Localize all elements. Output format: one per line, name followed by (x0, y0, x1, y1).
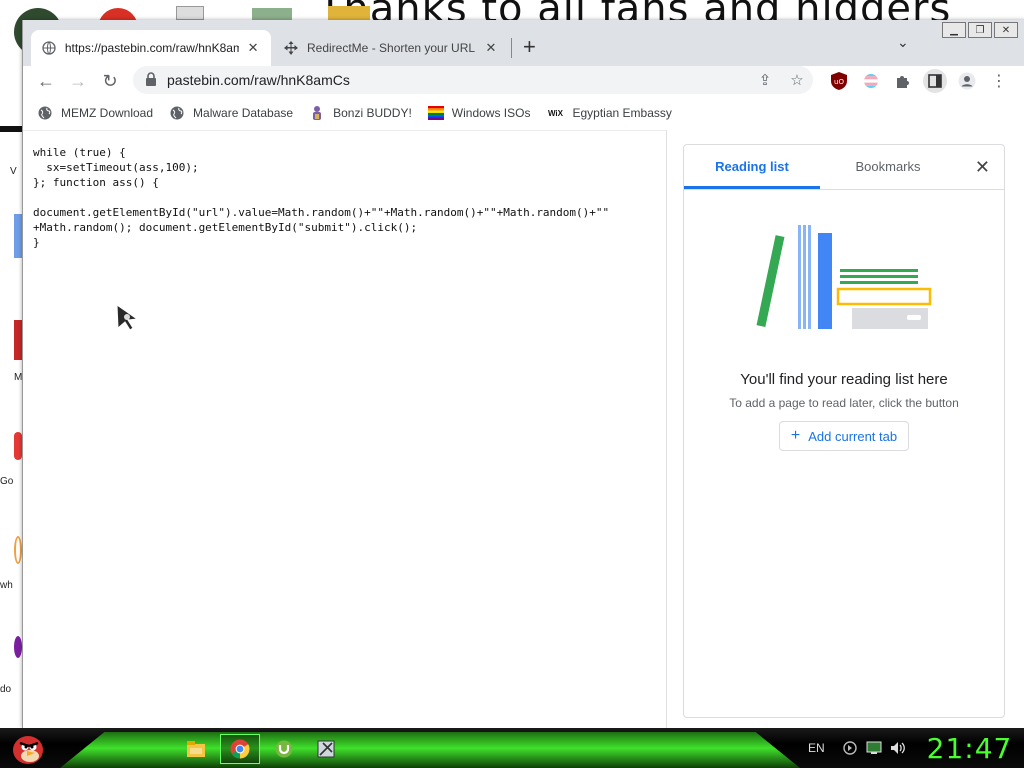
new-tab-button[interactable]: + (523, 34, 536, 60)
taskbar-clock[interactable]: 21:47 (927, 732, 1013, 765)
forward-button[interactable]: → (65, 68, 91, 94)
more-menu-icon[interactable]: ⋮ (987, 69, 1011, 93)
tool-icon (317, 740, 335, 758)
folder-icon (187, 741, 205, 757)
utorrent-icon (275, 740, 293, 758)
puzzle-icon[interactable] (891, 69, 915, 93)
address-bar[interactable]: pastebin.com/raw/hnK8amCs ⇪ ☆ (133, 66, 813, 94)
wix-icon: WiX (547, 108, 563, 118)
back-button[interactable]: ← (33, 68, 59, 94)
maximize-button[interactable]: ❐ (968, 22, 992, 38)
taskbar-green-band (60, 732, 800, 768)
bookmark-label: Bonzi BUDDY! (333, 106, 412, 120)
bonzi-icon (309, 105, 325, 121)
raw-code-text: while (true) { sx=setTimeout(ass,100); }… (33, 146, 610, 249)
desktop-icon-folder (328, 6, 370, 20)
bookmark-bonzi-buddy[interactable]: Bonzi BUDDY! (309, 105, 412, 121)
chrome-icon (230, 739, 250, 759)
volume-icon[interactable] (889, 739, 907, 757)
start-button[interactable] (8, 730, 48, 766)
bookmarks-bar: MEMZ Download Malware Database Bonzi BUD… (23, 100, 1024, 126)
desktop-icon-label-3: Go (0, 476, 14, 487)
bookmark-label: Malware Database (193, 106, 294, 120)
minimize-button[interactable]: ▁ (942, 22, 966, 38)
mouse-cursor-icon (116, 304, 139, 331)
bookmark-egyptian-embassy[interactable]: WiX Egyptian Embassy (546, 105, 672, 121)
taskbar-utorrent-button[interactable] (264, 734, 304, 764)
desktop-icon-blue (14, 214, 22, 258)
tab-redirectme[interactable]: RedirectMe - Shorten your URL to ✕ (273, 30, 513, 66)
desktop-icon-doc (176, 6, 204, 20)
browser-window: https://pastebin.com/raw/hnK8amCs ✕ Redi… (22, 20, 1024, 728)
tab-close-icon[interactable]: ✕ (245, 40, 261, 56)
chevron-down-icon[interactable]: ⌄ (897, 34, 909, 51)
bookmark-malware-database[interactable]: Malware Database (169, 105, 293, 121)
add-current-tab-label: Add current tab (808, 428, 898, 444)
tab-separator (511, 38, 512, 58)
tab-strip: https://pastebin.com/raw/hnK8amCs ✕ Redi… (23, 20, 1024, 66)
tab-bookmarks[interactable]: Bookmarks (820, 159, 956, 189)
globe-icon (169, 105, 185, 121)
desktop-icon-orange (14, 536, 22, 564)
lock-icon[interactable] (145, 72, 159, 86)
bookmark-windows-isos[interactable]: Windows ISOs (427, 105, 531, 121)
reading-list-panel: Reading list Bookmarks ✕ You'll find you… (683, 144, 1005, 718)
taskbar-chrome-button[interactable] (220, 734, 260, 764)
desktop-icon-label-4: wh (0, 580, 13, 591)
plus-icon: + (790, 427, 801, 444)
network-icon[interactable] (865, 739, 883, 757)
trans-flag-extension-icon[interactable] (859, 69, 883, 93)
close-window-button[interactable]: ✕ (994, 22, 1018, 38)
globe-icon (37, 105, 53, 121)
rainbow-flag-icon (427, 105, 444, 121)
tab-close-icon[interactable]: ✕ (483, 40, 499, 56)
move-arrows-icon (283, 40, 299, 56)
system-tray: EN 21:47 (800, 728, 1024, 768)
panel-divider (684, 189, 1004, 190)
toolbar: ← → ↻ pastebin.com/raw/hnK8amCs ⇪ ☆ uO ⋮ (23, 66, 1024, 96)
side-panel-icon[interactable] (923, 69, 947, 93)
taskbar: EN 21:47 (0, 728, 1024, 768)
page-content: while (true) { sx=setTimeout(ass,100); }… (23, 130, 667, 728)
empty-state-subtext: To add a page to read later, click the b… (729, 396, 959, 410)
bookmark-label: MEMZ Download (61, 106, 154, 120)
url-text[interactable]: pastebin.com/raw/hnK8amCs (167, 72, 350, 88)
bookmark-label: Windows ISOs (451, 106, 531, 120)
tab-title: https://pastebin.com/raw/hnK8amCs (64, 41, 240, 55)
svg-text:uO: uO (834, 78, 844, 86)
add-current-tab-button[interactable]: + Add current tab (779, 421, 909, 451)
tab-reading-list[interactable]: Reading list (684, 159, 820, 189)
tab-title: RedirectMe - Shorten your URL to (307, 41, 477, 55)
tab-pastebin[interactable]: https://pastebin.com/raw/hnK8amCs ✕ (31, 30, 271, 66)
globe-icon (41, 40, 57, 56)
desktop-icon-purple (14, 636, 22, 658)
bookmark-memz-download[interactable]: MEMZ Download (37, 105, 153, 121)
close-icon[interactable]: ✕ (975, 157, 990, 178)
angry-bird-icon (13, 736, 43, 764)
taskbar-explorer-button[interactable] (176, 734, 216, 764)
language-indicator[interactable]: EN (808, 741, 825, 755)
security-icon[interactable] (841, 739, 859, 757)
desktop-icon-red-book (14, 320, 22, 360)
share-icon[interactable]: ⇪ (755, 70, 775, 90)
taskbar-app-button[interactable] (306, 734, 346, 764)
ublock-origin-icon[interactable]: uO (827, 69, 851, 93)
desktop-icon-red-round (14, 432, 22, 460)
star-icon[interactable]: ☆ (787, 70, 807, 90)
reload-button[interactable]: ↻ (97, 68, 123, 94)
profile-avatar-icon[interactable] (955, 69, 979, 93)
reading-list-illustration (756, 225, 932, 329)
empty-state-heading: You'll find your reading list here (740, 371, 948, 388)
desktop-side-mark (0, 126, 22, 132)
bookmark-label: Egyptian Embassy (572, 106, 672, 120)
window-controls: ▁ ❐ ✕ (942, 22, 1018, 38)
desktop-icon-label-5: do (0, 684, 12, 695)
